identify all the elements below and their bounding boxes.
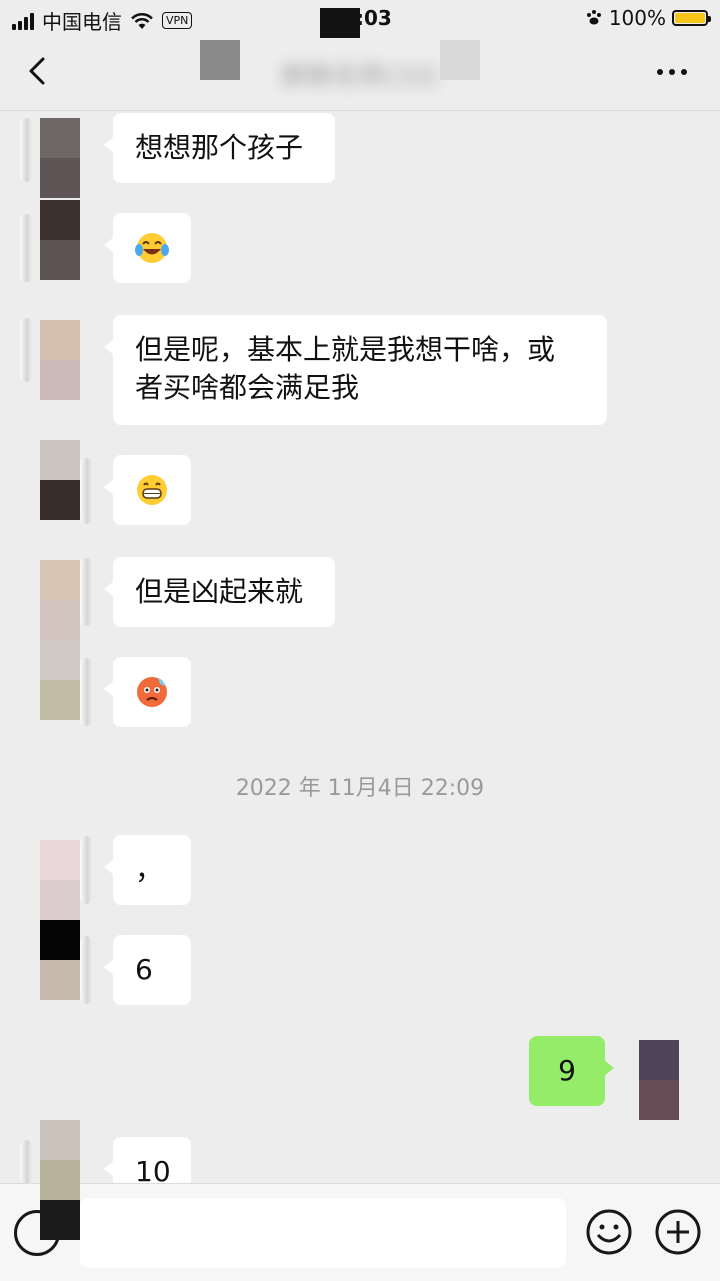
message-text: 9: [558, 1054, 576, 1087]
chevron-left-icon[interactable]: [26, 56, 48, 86]
message-bubble[interactable]: 但是凶起来就: [104, 557, 335, 627]
avatar[interactable]: [40, 200, 80, 280]
title-mosaic: [320, 8, 360, 38]
avatar-edge: [20, 318, 32, 382]
message-text: 6: [135, 953, 153, 986]
status-right: 100%: [585, 6, 711, 30]
title-mosaic: [200, 40, 240, 80]
emoji-icon[interactable]: [585, 1208, 633, 1256]
input-bar: [0, 1183, 720, 1281]
angry-sweat-emoji: [137, 677, 167, 707]
message-text: ，: [135, 853, 164, 886]
avatar-self[interactable]: [639, 1040, 679, 1120]
message-bubble[interactable]: 但是呢，基本上就是我想干啥，或 者买啥都会满足我: [104, 315, 607, 425]
avatar[interactable]: [40, 320, 80, 400]
message-bubble[interactable]: ，: [104, 835, 191, 905]
battery-percent: 100%: [608, 6, 666, 30]
avatar-edge: [80, 558, 92, 626]
plus-icon[interactable]: [654, 1208, 702, 1256]
title-mosaic: [440, 40, 480, 80]
avatar[interactable]: [40, 920, 80, 1000]
timestamp: 2022 年 11月4日 22:09: [235, 776, 485, 801]
avatar[interactable]: [40, 840, 80, 920]
avatar-edge: [20, 118, 32, 182]
paw-icon: [586, 10, 601, 25]
avatar[interactable]: [40, 1120, 80, 1240]
message-text-line: 者买啥都会满足我: [135, 371, 360, 404]
message-text: 但是凶起来就: [135, 575, 304, 608]
avatar[interactable]: [40, 640, 80, 720]
avatar-edge: [80, 836, 92, 904]
grinning-emoji: [137, 475, 167, 505]
avatar-edge: [80, 458, 92, 524]
message-bubble[interactable]: 想想那个孩子: [104, 113, 335, 183]
avatar-edge: [80, 936, 92, 1004]
message-bubble[interactable]: 6: [104, 935, 191, 1005]
avatar[interactable]: [40, 118, 80, 198]
message-bubble-self[interactable]: 9: [529, 1036, 614, 1106]
avatar[interactable]: [40, 440, 80, 520]
message-bubble[interactable]: [104, 455, 191, 525]
avatar-edge: [20, 1140, 32, 1184]
message-text-line: 但是呢，基本上就是我想干啥，或: [135, 333, 556, 366]
message-text: 想想那个孩子: [135, 131, 304, 164]
more-dots-icon[interactable]: [654, 60, 690, 84]
message-bubble[interactable]: [104, 657, 191, 727]
chat-header: 群聊名称(33): [0, 8, 720, 111]
message-bubble[interactable]: [104, 213, 191, 283]
laughing-tears-emoji: [135, 233, 169, 263]
battery-icon: [672, 10, 711, 26]
message-input[interactable]: [80, 1198, 566, 1268]
status-bar: 中国电信 VPN 08:03 100%: [0, 0, 720, 36]
avatar[interactable]: [40, 560, 80, 640]
avatar-edge: [80, 658, 92, 726]
avatar-edge: [20, 214, 32, 282]
